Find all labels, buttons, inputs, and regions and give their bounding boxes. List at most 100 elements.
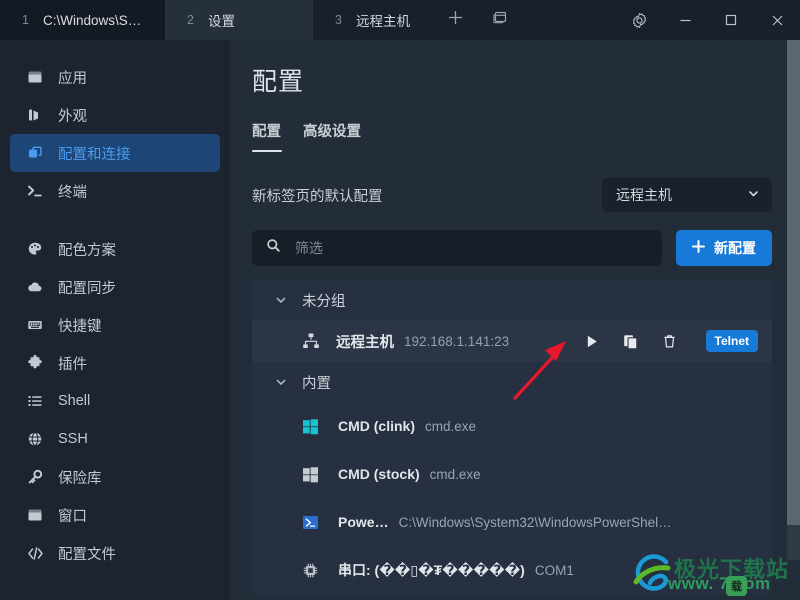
plus-icon [692, 240, 705, 256]
titlebar-actions [434, 0, 522, 40]
sidebar-item-label: 配置和连接 [58, 146, 131, 163]
tab-label: 设置 [207, 14, 235, 29]
profile-address: 192.168.1.141:23 [404, 333, 510, 349]
sidebar-item-plugins[interactable]: 插件 [10, 344, 220, 382]
powershell-icon [302, 514, 324, 531]
tab-index: 3 [335, 13, 342, 27]
content-area: 应用 外观 配置和连接 终端 配色方案 配置同步 快捷键 插件 Shell SS… [0, 40, 800, 600]
new-profile-label: 新配置 [714, 240, 756, 256]
profile-actions: Telnet [583, 330, 758, 352]
globe-icon [26, 430, 44, 448]
profile-path: cmd.exe [425, 418, 477, 434]
sidebar-item-label: 配置文件 [58, 546, 116, 563]
window-icon [26, 68, 44, 86]
sidebar-item-label: 配色方案 [58, 242, 116, 259]
default-profile-value: 远程主机 [616, 187, 672, 203]
main-panel: 配置 配置 高级设置 新标签页的默认配置 远程主机 筛选 新配置 未分组 远程主… [230, 40, 800, 600]
scrollbar-thumb[interactable] [787, 40, 800, 525]
close-button[interactable] [754, 0, 800, 40]
sidebar-item-label: SSH [58, 431, 88, 447]
sidebar: 应用 外观 配置和连接 终端 配色方案 配置同步 快捷键 插件 Shell SS… [0, 40, 230, 600]
sidebar-item-label: Shell [58, 393, 91, 409]
profile-name: Powe… [338, 514, 389, 530]
minimize-button[interactable] [662, 0, 708, 40]
profile-row-serial-port[interactable]: 串口: (��▯�₮�����) COM1 [252, 546, 772, 594]
split-pane-button[interactable] [478, 0, 522, 40]
color-palette-icon [26, 240, 44, 258]
window-icon [26, 506, 44, 524]
tab-profiles[interactable]: 配置 [252, 120, 282, 152]
new-profile-button[interactable]: 新配置 [676, 230, 772, 266]
plus-icon [447, 9, 464, 31]
sidebar-item-color-scheme[interactable]: 配色方案 [10, 230, 220, 268]
search-input[interactable] [295, 240, 648, 256]
default-profile-row: 新标签页的默认配置 远程主机 [252, 178, 772, 212]
tab-remote-host[interactable]: 3 远程主机 [313, 0, 428, 40]
network-nodes-icon [302, 332, 322, 350]
sidebar-item-vault[interactable]: 保险库 [10, 458, 220, 496]
window-controls [616, 0, 800, 40]
sidebar-item-application[interactable]: 应用 [10, 58, 220, 96]
sidebar-item-label: 终端 [58, 184, 87, 201]
filter-searchbox[interactable] [252, 230, 662, 266]
layers-icon [26, 144, 44, 162]
titlebar: 1 C:\Windows\SY… 2 设置 3 远程主机 [0, 0, 800, 40]
tab-label: 远程主机 [355, 14, 410, 29]
search-icon [266, 238, 281, 258]
profile-row-powershell[interactable]: Powe… C:\Windows\System32\WindowsPowerSh… [252, 498, 772, 546]
cloud-icon [26, 278, 44, 296]
windows-logo-cyan-icon [302, 418, 324, 435]
search-row: 新配置 [252, 230, 772, 266]
sidebar-item-label: 窗口 [58, 508, 87, 525]
group-header-ungrouped[interactable]: 未分组 [252, 280, 772, 320]
sidebar-item-terminal[interactable]: 终端 [10, 172, 220, 210]
sidebar-item-appearance[interactable]: 外观 [10, 96, 220, 134]
windows-logo-gray-icon [302, 466, 324, 483]
maximize-icon [724, 13, 738, 27]
profile-row-remote-host[interactable]: 远程主机 192.168.1.141:23 Telnet [252, 320, 772, 362]
sidebar-item-profiles-connections[interactable]: 配置和连接 [10, 134, 220, 172]
trash-icon[interactable] [661, 333, 678, 350]
terminal-prompt-icon [26, 182, 44, 200]
profile-name: 串口: (��▯�₮�����) [338, 562, 525, 578]
profile-name: CMD (stock) [338, 466, 420, 482]
sidebar-item-ssh[interactable]: SSH [10, 420, 220, 458]
sidebar-item-config-file[interactable]: 配置文件 [10, 534, 220, 572]
sidebar-item-hotkeys[interactable]: 快捷键 [10, 306, 220, 344]
sidebar-divider [0, 210, 230, 230]
tab-advanced[interactable]: 高级设置 [303, 120, 361, 152]
play-icon[interactable] [583, 333, 600, 350]
sidebar-item-config-sync[interactable]: 配置同步 [10, 268, 220, 306]
page-title: 配置 [252, 68, 305, 96]
close-icon [770, 13, 785, 28]
tab-terminal-1[interactable]: 1 C:\Windows\SY… [0, 0, 165, 40]
new-tab-button[interactable] [434, 0, 478, 40]
status-badge-protocol: Telnet [705, 330, 758, 352]
sidebar-item-label: 插件 [58, 356, 87, 373]
group-header-builtin[interactable]: 内置 [252, 362, 772, 402]
tab-settings[interactable]: 2 设置 [165, 0, 313, 40]
group-name: 未分组 [302, 293, 346, 310]
puzzle-icon [26, 354, 44, 372]
copy-icon[interactable] [622, 333, 639, 350]
default-profile-select[interactable]: 远程主机 [602, 178, 772, 212]
vertical-scrollbar[interactable] [787, 40, 800, 560]
code-brackets-icon [26, 544, 44, 562]
sidebar-item-window[interactable]: 窗口 [10, 496, 220, 534]
sidebar-item-label: 保险库 [58, 470, 102, 487]
chevron-down-icon [274, 375, 288, 389]
maximize-button[interactable] [708, 0, 754, 40]
list-icon [26, 392, 44, 410]
chevron-down-icon [747, 187, 760, 203]
sidebar-item-shell[interactable]: Shell [10, 382, 220, 420]
settings-button[interactable] [616, 0, 662, 40]
keyboard-icon [26, 316, 44, 334]
key-icon [26, 468, 44, 486]
chevron-down-icon [274, 293, 288, 307]
profile-row-cmd-clink[interactable]: CMD (clink) cmd.exe [252, 402, 772, 450]
sidebar-item-label: 配置同步 [58, 280, 116, 297]
profile-row-cmd-stock[interactable]: CMD (stock) cmd.exe [252, 450, 772, 498]
sidebar-item-label: 快捷键 [58, 318, 102, 335]
profile-name: 远程主机 [336, 334, 394, 351]
window-split-icon [491, 9, 508, 31]
